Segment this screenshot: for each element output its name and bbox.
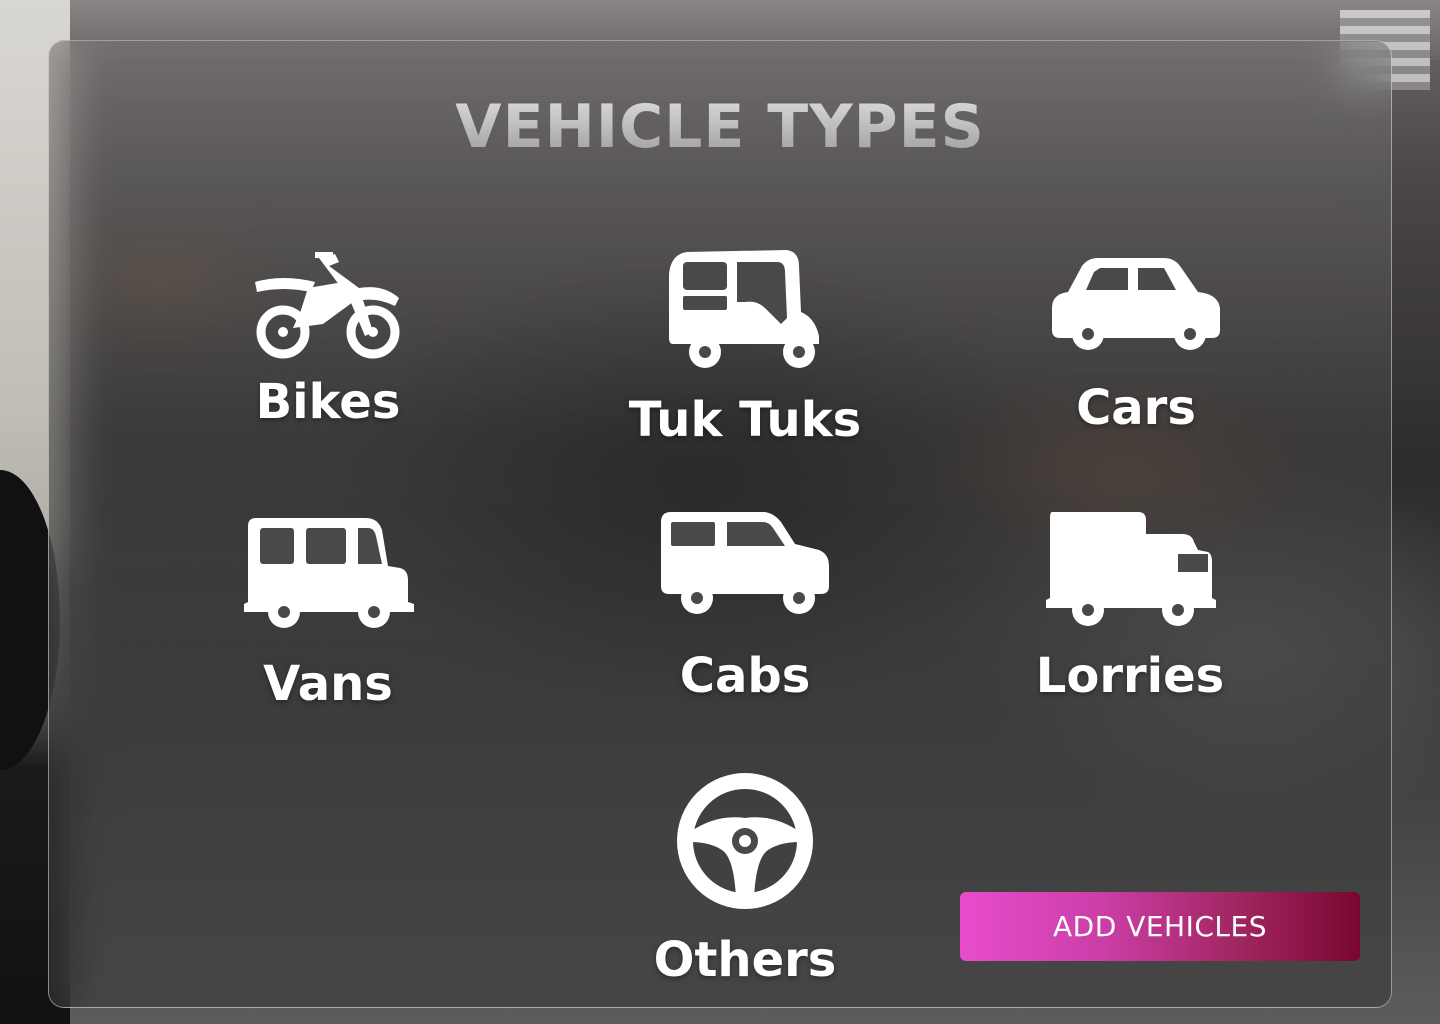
add-vehicles-button[interactable]: ADD VEHICLES: [960, 892, 1360, 961]
vehicle-type-vans[interactable]: Vans: [228, 514, 428, 712]
vehicle-type-cabs[interactable]: Cabs: [645, 510, 845, 704]
vehicle-type-cars[interactable]: Cars: [1036, 254, 1236, 436]
tuk-tuk-icon: [669, 250, 819, 368]
van-icon: [244, 518, 414, 628]
vehicle-type-label: Cabs: [679, 648, 811, 704]
vehicle-type-others[interactable]: Others: [645, 772, 845, 988]
vehicle-type-lorries[interactable]: Lorries: [1030, 510, 1230, 704]
motorcycle-icon: [255, 252, 400, 359]
vehicle-type-label: Tuk Tuks: [628, 392, 862, 448]
vehicle-type-label: Cars: [1076, 380, 1196, 436]
vehicle-type-bikes[interactable]: Bikes: [228, 252, 428, 430]
lorry-icon: [1046, 512, 1216, 626]
vehicle-type-label: Lorries: [1035, 648, 1225, 704]
page-title: VEHICLE TYPES: [0, 92, 1440, 162]
vehicle-type-label: Bikes: [255, 374, 401, 430]
vehicle-type-label: Others: [653, 932, 837, 988]
vehicle-type-label: Vans: [263, 656, 393, 712]
steering-wheel-icon: [677, 773, 813, 909]
vehicle-type-tuk-tuks[interactable]: Tuk Tuks: [628, 248, 862, 448]
cab-icon: [661, 512, 829, 614]
car-icon: [1052, 258, 1220, 350]
